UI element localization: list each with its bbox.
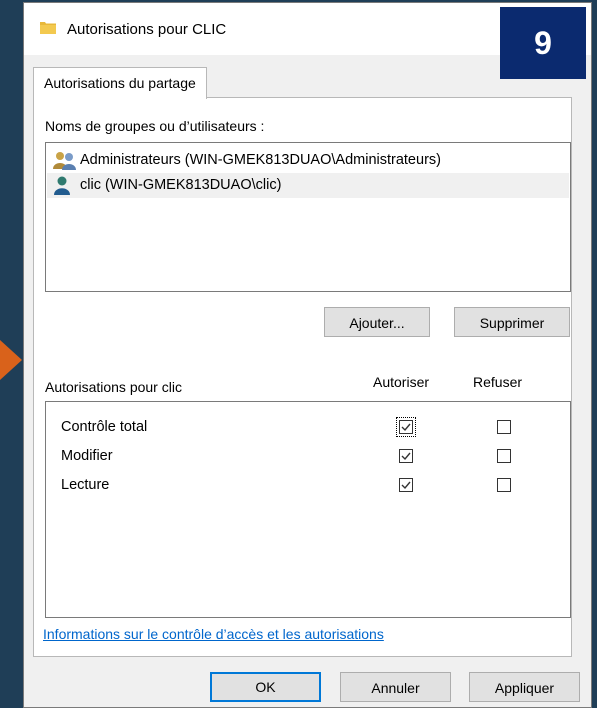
allow-header: Autoriser [373,374,430,390]
group-icon [53,152,76,170]
apply-button[interactable]: Appliquer [469,672,580,702]
tab-share-permissions[interactable]: Autorisations du partage [33,67,207,99]
user-icon [54,176,70,195]
step-badge: 9 [500,7,586,79]
remove-button[interactable]: Supprimer [454,307,570,337]
checkmark-icon [401,481,411,490]
user-name: Administrateurs (WIN-GMEK813DUAO\Adminis… [80,152,441,168]
ok-button[interactable]: OK [210,672,321,702]
permission-name: Lecture [61,477,110,493]
checkmark-icon [401,452,411,461]
permission-row: Modifier [46,443,570,469]
add-button[interactable]: Ajouter... [324,307,430,337]
users-list[interactable]: Administrateurs (WIN-GMEK813DUAO\Adminis… [45,142,571,292]
allow-checkbox-read[interactable] [399,478,413,492]
permission-name: Contrôle total [61,419,148,435]
deny-checkbox-full-control[interactable] [497,420,511,434]
access-control-info-link[interactable]: Informations sur le contrôle d’accès et … [43,626,384,642]
pointer-arrow-icon [0,340,22,380]
cancel-button[interactable]: Annuler [340,672,451,702]
allow-checkbox-modify[interactable] [399,449,413,463]
permissions-list: Contrôle total Modifier Lecture [45,401,571,618]
allow-checkbox-full-control[interactable] [396,417,416,437]
tab-panel: Noms de groupes ou d’utilisateurs : Admi… [33,97,572,657]
users-label: Noms de groupes ou d’utilisateurs : [45,118,265,134]
permission-name: Modifier [61,448,113,464]
window-title: Autorisations pour CLIC [67,21,227,38]
permission-row: Lecture [46,472,570,498]
deny-checkbox-read[interactable] [497,478,511,492]
title-bar: Autorisations pour CLIC 9 [24,3,591,79]
user-name: clic (WIN-GMEK813DUAO\clic) [80,177,282,193]
list-item[interactable]: Administrateurs (WIN-GMEK813DUAO\Adminis… [47,148,569,173]
deny-header: Refuser [473,374,523,390]
permissions-label: Autorisations pour clic [45,379,182,395]
deny-checkbox-modify[interactable] [497,449,511,463]
checkmark-icon [401,423,411,432]
permissions-dialog: Autorisations pour CLIC 9 Autorisations … [23,2,592,708]
permission-row: Contrôle total [46,414,570,440]
folder-icon [40,22,56,34]
list-item[interactable]: clic (WIN-GMEK813DUAO\clic) [47,173,569,198]
